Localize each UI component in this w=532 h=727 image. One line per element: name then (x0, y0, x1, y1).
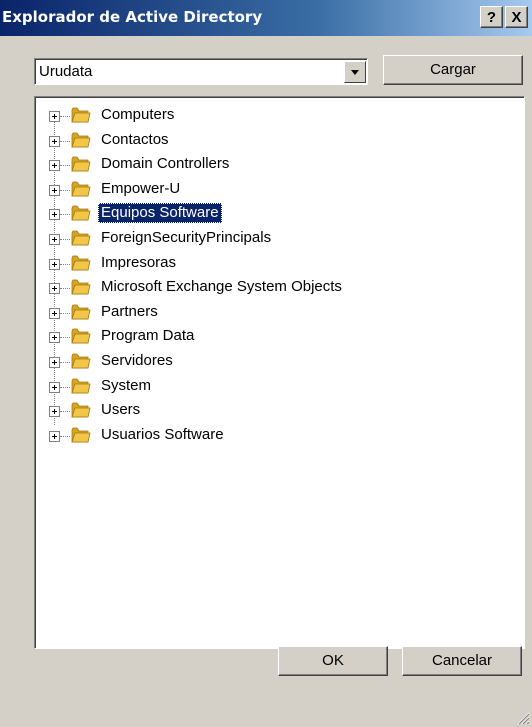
expand-plus-icon[interactable] (49, 135, 60, 147)
tree-node-label[interactable]: Equipos Software (98, 203, 222, 224)
tree-node[interactable]: Empower-U (35, 179, 515, 203)
domain-select[interactable]: Urudata (34, 58, 368, 85)
folder-icon (71, 181, 91, 197)
tree-connector-line (60, 337, 70, 339)
tree-connector-line (60, 312, 70, 314)
tree-connector-line (60, 288, 70, 290)
ok-button[interactable]: OK (278, 646, 388, 676)
folder-icon (71, 107, 91, 123)
folder-icon (71, 279, 91, 295)
expand-plus-icon[interactable] (49, 430, 60, 442)
tree-connector-line (60, 214, 70, 216)
tree-node-label[interactable]: Impresoras (98, 253, 179, 273)
tree-node-label[interactable]: ForeignSecurityPrincipals (98, 228, 274, 248)
tree-connector-line (60, 263, 70, 265)
expand-plus-icon[interactable] (49, 283, 60, 295)
tree-node[interactable]: Servidores (35, 351, 515, 375)
tree-node-label[interactable]: Contactos (98, 130, 172, 150)
tree-node-label[interactable]: Computers (98, 105, 177, 125)
tree-connector-line (60, 140, 70, 142)
expand-plus-icon[interactable] (49, 234, 60, 245)
domain-select-value: Urudata (39, 63, 93, 80)
expand-plus-icon[interactable] (49, 258, 60, 270)
chevron-down-icon[interactable] (344, 61, 366, 83)
folder-icon (71, 132, 91, 147)
tree-node[interactable]: Usuarios Software (35, 425, 515, 449)
tree-node[interactable]: Program Data (35, 326, 515, 350)
tree-node-label[interactable]: Partners (98, 302, 161, 322)
tree-connector-line (60, 411, 70, 413)
close-button[interactable]: X (505, 6, 528, 28)
folder-icon (71, 402, 91, 418)
directory-tree[interactable]: Computers Contactos Domain Controllers Empo… (34, 96, 525, 649)
tree-connector-line (60, 362, 70, 363)
window-title: Explorador de Active Directory (2, 8, 263, 26)
folder-icon (71, 353, 91, 369)
expand-plus-icon[interactable] (49, 357, 60, 368)
expand-plus-icon[interactable] (49, 111, 60, 122)
tree-node[interactable]: Users (35, 400, 515, 424)
title-bar[interactable]: Explorador de Active Directory ? X (0, 0, 532, 36)
folder-icon (71, 156, 91, 172)
resize-grip-icon[interactable] (516, 711, 530, 725)
expand-plus-icon[interactable] (49, 160, 60, 172)
tree-node[interactable]: Contactos (35, 130, 515, 154)
tree-connector-line (60, 386, 70, 388)
folder-icon (71, 205, 91, 221)
folder-icon (71, 304, 91, 320)
active-directory-explorer-window: Explorador de Active Directory ? X Uruda… (0, 0, 532, 727)
tree-node[interactable]: ForeignSecurityPrincipals (35, 228, 515, 252)
tree-node[interactable]: Equipos Software (35, 203, 515, 227)
tree-node-label[interactable]: Program Data (98, 326, 197, 346)
folder-icon (71, 427, 91, 443)
folder-icon (71, 328, 91, 344)
tree-node-label[interactable]: Servidores (98, 351, 176, 371)
expand-plus-icon[interactable] (49, 209, 60, 221)
tree-node-label[interactable]: System (98, 376, 154, 396)
tree-connector-line (60, 116, 70, 117)
tree-connector-line (60, 165, 70, 167)
folder-icon (71, 255, 91, 270)
cancel-button[interactable]: Cancelar (402, 646, 522, 676)
expand-plus-icon[interactable] (49, 184, 60, 196)
tree-node[interactable]: Microsoft Exchange System Objects (35, 277, 515, 301)
expand-plus-icon[interactable] (49, 307, 60, 319)
tree-connector-line (60, 189, 70, 191)
tree-node-label[interactable]: Microsoft Exchange System Objects (98, 277, 345, 297)
tree-node[interactable]: Impresoras (35, 253, 515, 277)
tree-node-label[interactable]: Empower-U (98, 179, 183, 199)
folder-icon (71, 230, 91, 246)
tree-node-label[interactable]: Users (98, 400, 143, 420)
tree-node-label[interactable]: Usuarios Software (98, 425, 227, 445)
expand-plus-icon[interactable] (49, 406, 60, 418)
expand-plus-icon[interactable] (49, 381, 60, 393)
load-button[interactable]: Cargar (383, 55, 523, 85)
tree-connector-line (60, 435, 70, 437)
tree-node[interactable]: Computers (35, 105, 515, 129)
tree-node[interactable]: System (35, 376, 515, 400)
expand-plus-icon[interactable] (49, 332, 60, 344)
tree-node[interactable]: Domain Controllers (35, 154, 515, 178)
tree-connector-line (60, 239, 70, 240)
folder-icon (71, 378, 91, 393)
help-button[interactable]: ? (480, 6, 503, 28)
tree-node[interactable]: Partners (35, 302, 515, 326)
tree-node-label[interactable]: Domain Controllers (98, 154, 232, 174)
